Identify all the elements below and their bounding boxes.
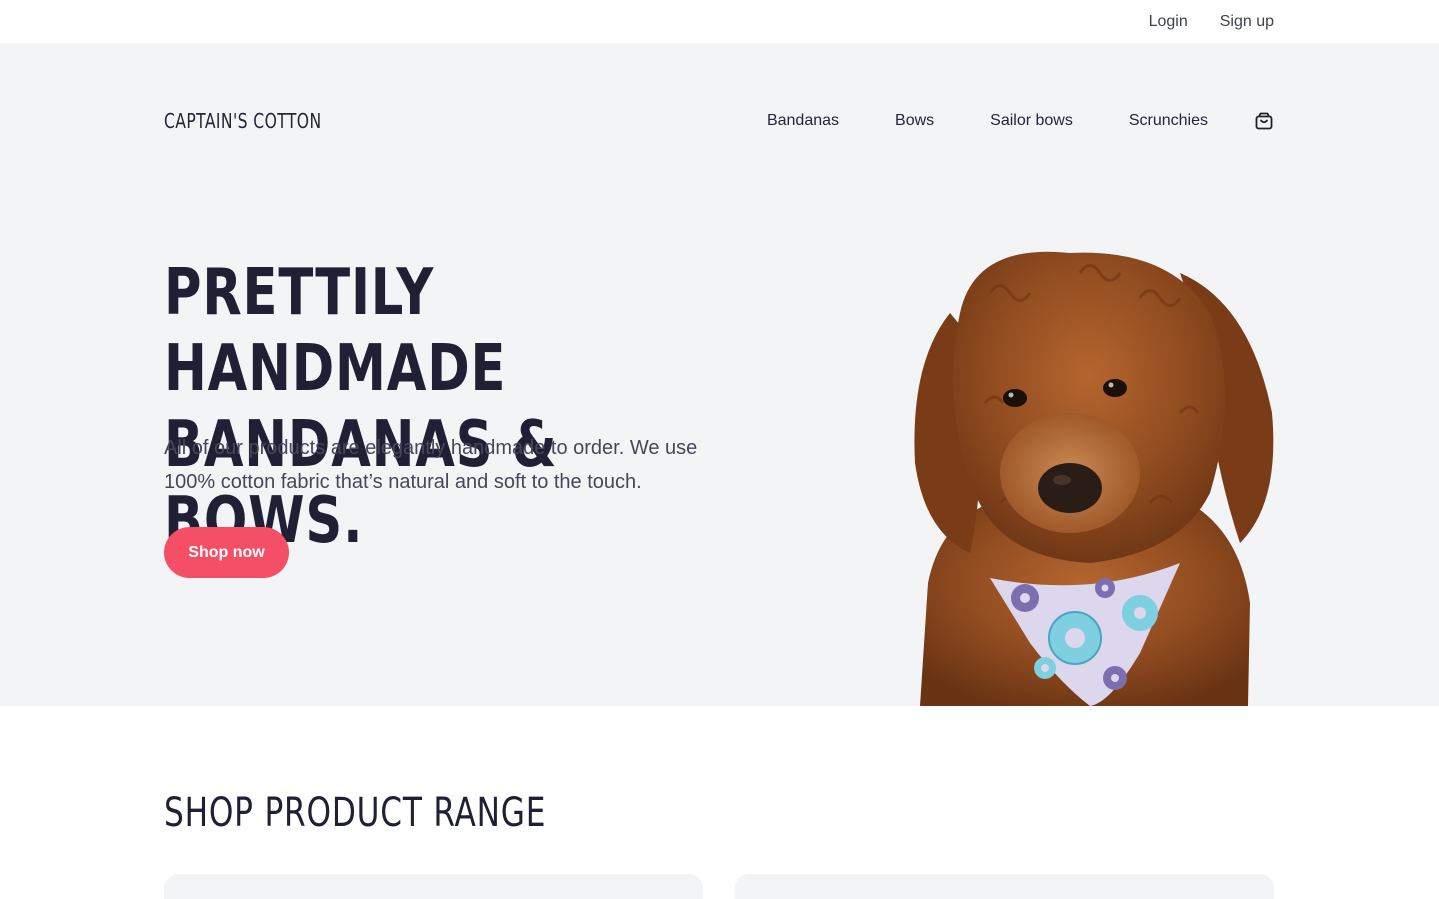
headline-line-1: PRETTILY HANDMADE bbox=[164, 256, 507, 406]
hero-section: CAPTAIN'S COTTON Bandanas Bows Sailor bo… bbox=[0, 43, 1439, 706]
category-nav: Bandanas Bows Sailor bows Scrunchies bbox=[767, 111, 1274, 131]
shopping-bag-icon[interactable] bbox=[1254, 111, 1274, 131]
subtitle-line-1: All of our products are elegantly handma… bbox=[164, 437, 698, 459]
product-card[interactable] bbox=[164, 874, 703, 899]
top-account-bar: Login Sign up bbox=[0, 0, 1439, 43]
nav-item-scrunchies[interactable]: Scrunchies bbox=[1129, 112, 1208, 130]
nav-item-bows[interactable]: Bows bbox=[895, 112, 934, 130]
product-card[interactable] bbox=[735, 874, 1274, 899]
signup-link[interactable]: Sign up bbox=[1220, 13, 1274, 31]
hero-subtitle: All of our products are elegantly handma… bbox=[164, 431, 764, 499]
product-range-heading: SHOP PRODUCT RANGE bbox=[164, 790, 547, 836]
hero-headline: PRETTILY HANDMADE BANDANAS & BOWS. bbox=[164, 255, 676, 559]
dog-hero-image bbox=[914, 251, 1274, 706]
subtitle-line-2: 100% cotton fabric that’s natural and so… bbox=[164, 471, 642, 493]
login-link[interactable]: Login bbox=[1149, 13, 1188, 31]
brand-logo[interactable]: CAPTAIN'S COTTON bbox=[164, 109, 322, 133]
main-nav: CAPTAIN'S COTTON Bandanas Bows Sailor bo… bbox=[164, 43, 1274, 199]
shop-now-button[interactable]: Shop now bbox=[164, 527, 289, 578]
nav-item-sailor-bows[interactable]: Sailor bows bbox=[990, 112, 1073, 130]
nav-item-bandanas[interactable]: Bandanas bbox=[767, 112, 839, 130]
product-range-section: SHOP PRODUCT RANGE bbox=[0, 706, 1439, 899]
